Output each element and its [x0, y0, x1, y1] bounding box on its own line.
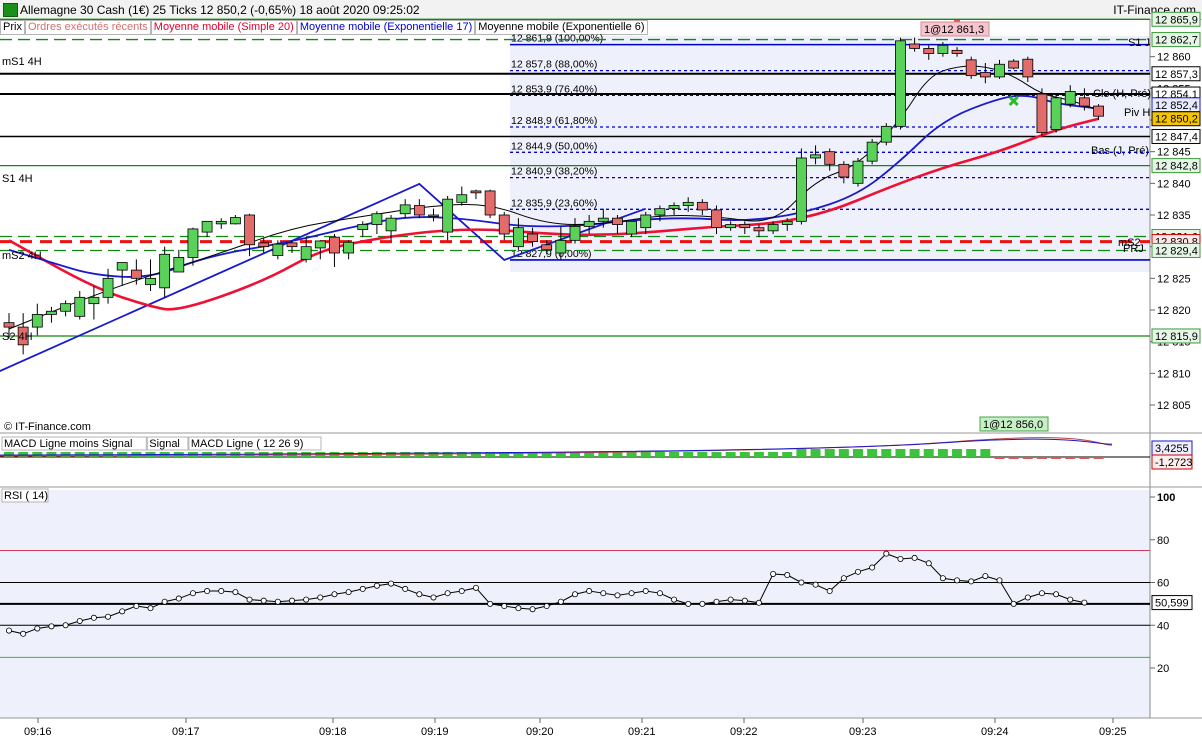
watermark: © IT-Finance.com [4, 421, 91, 433]
chart-labels: © IT-Finance.com [4, 421, 91, 433]
chart-window: Allemagne 30 Cash (1€) 25 Ticks 12 850,2… [0, 0, 1202, 740]
